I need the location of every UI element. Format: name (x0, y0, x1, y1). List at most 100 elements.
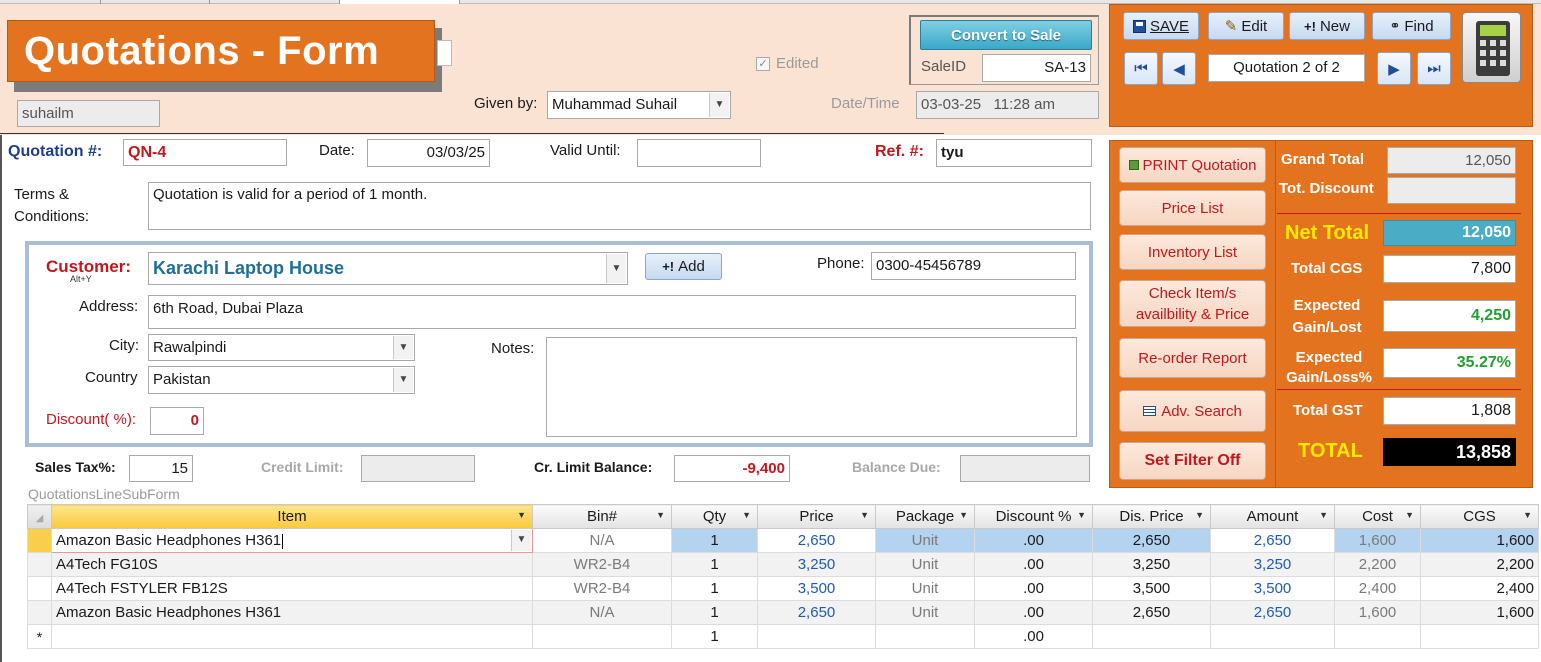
column-header-cgs[interactable]: CGS ▼ (1420, 504, 1539, 529)
qty-cell[interactable]: 1 (671, 624, 758, 649)
chevron-down-icon[interactable]: ▼ (606, 254, 626, 283)
table-row[interactable]: Amazon Basic Headphones H361 N/A 1 2,650… (27, 600, 1539, 625)
price-cell[interactable]: 3,500 (757, 576, 876, 601)
chevron-down-icon[interactable]: ▼ (1405, 510, 1414, 520)
discount-cell[interactable]: .00 (974, 528, 1093, 553)
column-header-cost[interactable]: Cost ▼ (1334, 504, 1421, 529)
item-cell[interactable]: A4Tech FG10S (51, 552, 533, 577)
price-cell[interactable]: 3,250 (757, 552, 876, 577)
chevron-down-icon[interactable]: ▼ (742, 510, 751, 520)
bin-cell[interactable] (532, 624, 672, 649)
sales-tax-field[interactable]: 15 (129, 455, 193, 482)
column-header-qty[interactable]: Qty ▼ (671, 504, 758, 529)
item-cell[interactable]: A4Tech FSTYLER FB12S (51, 576, 533, 601)
country-combo[interactable]: Pakistan ▼ (148, 366, 415, 394)
phone-field[interactable]: 0300-45456789 (871, 252, 1076, 280)
set-filter-off-button[interactable]: Set Filter Off (1119, 442, 1266, 480)
date-field[interactable]: 03/03/25 (367, 139, 490, 167)
inventory-list-button[interactable]: Inventory List (1119, 234, 1266, 270)
save-button[interactable]: SAVE (1123, 12, 1199, 40)
chevron-down-icon[interactable]: ▼ (860, 510, 869, 520)
table-row[interactable]: A4Tech FG10S WR2-B4 1 3,250 Unit .00 3,2… (27, 552, 1539, 577)
discount-cell[interactable]: .00 (974, 576, 1093, 601)
chevron-down-icon[interactable]: ▼ (1077, 510, 1086, 520)
item-cell[interactable]: Amazon Basic Headphones H361 (51, 600, 533, 625)
valid-until-field[interactable] (637, 139, 761, 167)
table-row[interactable]: Amazon Basic Headphones H361 ▼ N/A 1 2,65… (27, 528, 1539, 553)
select-all-corner[interactable]: ◢ (27, 504, 52, 529)
package-cell[interactable]: Unit (875, 576, 975, 601)
price-cell[interactable]: 2,650 (757, 528, 876, 553)
table-row[interactable]: A4Tech FSTYLER FB12S WR2-B4 1 3,500 Unit… (27, 576, 1539, 601)
chevron-down-icon[interactable]: ▼ (959, 510, 968, 520)
previous-record-button[interactable]: ◀ (1162, 52, 1196, 85)
new-row[interactable]: * 1 .00 (27, 624, 1539, 649)
first-record-button[interactable]: ⏮ (1124, 52, 1158, 85)
check-items-button[interactable]: Check Item/s availbility & Price (1119, 280, 1266, 327)
adv-search-button[interactable]: Adv. Search (1119, 390, 1266, 432)
discount-field[interactable]: 0 (150, 407, 204, 435)
add-customer-button[interactable]: +! Add (645, 253, 722, 280)
qty-cell[interactable]: 1 (671, 552, 758, 577)
discount-cell[interactable]: .00 (974, 600, 1093, 625)
ref-field[interactable]: tyu (936, 139, 1092, 167)
edited-checkbox[interactable]: ✓ Edited (756, 55, 819, 72)
city-combo[interactable]: Rawalpindi ▼ (148, 334, 415, 361)
print-quotation-button[interactable]: PRINT Quotation (1119, 147, 1266, 183)
last-record-button[interactable]: ⏭ (1417, 52, 1451, 85)
tab-1[interactable] (100, 0, 210, 4)
package-cell[interactable]: Unit (875, 528, 975, 553)
row-selector[interactable] (27, 552, 52, 577)
bin-cell[interactable]: WR2-B4 (532, 576, 672, 601)
chevron-down-icon[interactable]: ▼ (1319, 510, 1328, 520)
address-field[interactable]: 6th Road, Dubai Plaza (148, 295, 1076, 329)
item-cell[interactable]: Amazon Basic Headphones H361 ▼ (51, 528, 533, 553)
bin-cell[interactable]: N/A (532, 600, 672, 625)
chevron-down-icon[interactable]: ▼ (393, 368, 413, 392)
chevron-down-icon[interactable]: ▼ (393, 336, 413, 359)
row-selector[interactable] (27, 600, 52, 625)
customer-combo[interactable]: Karachi Laptop House ▼ (148, 252, 628, 285)
terms-field[interactable]: Quotation is valid for a period of 1 mon… (148, 182, 1091, 230)
chevron-down-icon[interactable]: ▼ (1523, 510, 1532, 520)
given-by-combo[interactable]: Muhammad Suhail ▼ (547, 91, 731, 119)
row-selector[interactable] (27, 528, 52, 553)
item-cell[interactable] (51, 624, 533, 649)
package-cell[interactable]: Unit (875, 600, 975, 625)
qty-cell[interactable]: 1 (671, 528, 758, 553)
column-header-item[interactable]: Item ▼ (51, 504, 533, 529)
discount-cell[interactable]: .00 (974, 624, 1093, 649)
chevron-down-icon[interactable]: ▼ (1195, 510, 1204, 520)
column-header-amount[interactable]: Amount ▼ (1210, 504, 1335, 529)
discount-cell[interactable]: .00 (974, 552, 1093, 577)
reorder-report-button[interactable]: Re-order Report (1119, 338, 1266, 378)
convert-to-sale-button[interactable]: Convert to Sale (920, 20, 1092, 50)
new-button[interactable]: +! New (1289, 12, 1365, 40)
bin-cell[interactable]: WR2-B4 (532, 552, 672, 577)
chevron-down-icon[interactable]: ▼ (517, 510, 526, 520)
column-header-bin[interactable]: Bin# ▼ (532, 504, 672, 529)
package-cell[interactable] (875, 624, 975, 649)
column-header-price[interactable]: Price ▼ (757, 504, 876, 529)
qty-cell[interactable]: 1 (671, 576, 758, 601)
notes-field[interactable] (546, 337, 1077, 437)
price-cell[interactable] (757, 624, 876, 649)
price-cell[interactable]: 2,650 (757, 600, 876, 625)
package-cell[interactable]: Unit (875, 552, 975, 577)
column-header-package[interactable]: Package ▼ (875, 504, 975, 529)
bin-cell[interactable]: N/A (532, 528, 672, 553)
row-selector[interactable] (27, 576, 52, 601)
find-button[interactable]: ⚭ Find (1372, 12, 1451, 40)
chevron-down-icon[interactable]: ▼ (511, 530, 531, 551)
column-header-dis-price[interactable]: Dis. Price ▼ (1092, 504, 1211, 529)
column-header-discount[interactable]: Discount % ▼ (974, 504, 1093, 529)
edit-button[interactable]: ✎ Edit (1208, 12, 1284, 40)
tab-2[interactable] (210, 0, 340, 4)
next-record-button[interactable]: ▶ (1377, 52, 1411, 85)
tab-active[interactable] (340, 0, 460, 4)
price-list-button[interactable]: Price List (1119, 190, 1266, 226)
calculator-button[interactable] (1462, 12, 1521, 83)
chevron-down-icon[interactable]: ▼ (656, 510, 665, 520)
qty-cell[interactable]: 1 (671, 600, 758, 625)
quotation-no-field[interactable]: QN-4 (123, 139, 287, 166)
